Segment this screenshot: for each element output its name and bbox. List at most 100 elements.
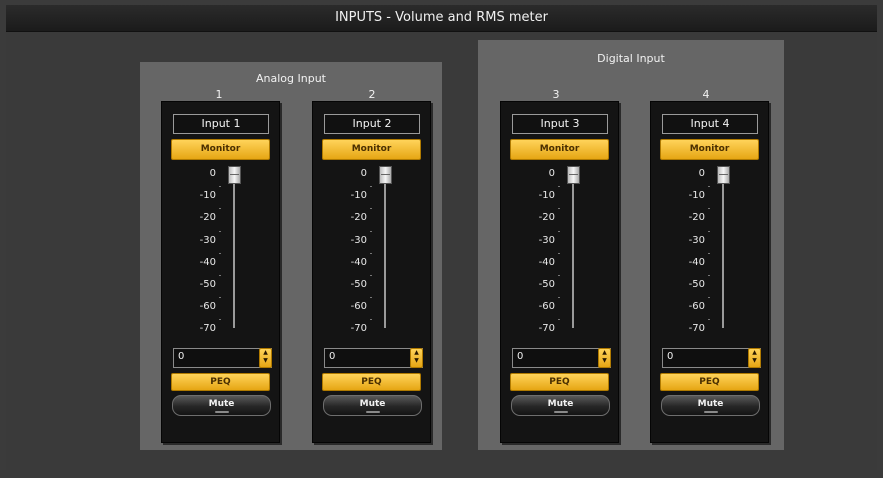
volume-scale: 0 -10 -20 -30 -40 -50 -60 -70 [501,162,618,342]
scale-minor-tick [219,319,221,321]
spin-arrows-icon[interactable]: ▲ ▼ [410,348,423,368]
volume-fader-knob[interactable] [717,166,730,184]
scale-label: 0 [548,168,555,179]
channel-number-3: 3 [552,88,560,101]
monitor-button[interactable]: Monitor [171,139,270,160]
peq-button[interactable]: PEQ [660,373,759,391]
mute-button-label: Mute [359,399,386,409]
scale-label: -50 [199,279,216,290]
scale-minor-tick [708,319,710,321]
scale-label: -10 [688,190,705,202]
volume-spinbox[interactable]: 0 ▲ ▼ [512,348,611,368]
scale-label: -60 [199,301,216,313]
mute-button-label: Mute [697,399,724,409]
scale-label: -70 [199,323,216,335]
volume-spinbox-value[interactable]: 0 [178,351,184,362]
scale-label: -60 [350,301,367,313]
scale-label: -50 [538,279,555,290]
mute-button-label: Mute [547,399,574,409]
scale-label: -60 [538,301,555,313]
mute-led-icon [704,411,718,413]
scale-minor-tick [219,186,221,188]
scale-minor-tick [370,297,372,299]
scale-minor-tick [219,274,221,276]
channel-number-1: 1 [215,88,223,101]
scale-label: -50 [350,279,367,290]
scale-label: -10 [538,190,555,202]
scale-minor-tick [219,297,221,299]
spin-arrows-icon[interactable]: ▲ ▼ [748,348,761,368]
volume-fader-knob[interactable] [379,166,392,184]
fader-track [384,176,386,328]
monitor-button[interactable]: Monitor [660,139,759,160]
scale-minor-tick [370,319,372,321]
mute-button[interactable]: Mute [323,395,422,416]
peq-button[interactable]: PEQ [510,373,609,391]
scale-minor-tick [708,230,710,232]
scale-label: -10 [199,190,216,202]
scale-minor-tick [219,208,221,210]
scale-minor-tick [219,252,221,254]
mute-button[interactable]: Mute [172,395,271,416]
scale-label: -70 [350,323,367,335]
mute-led-icon [554,411,568,413]
peq-button[interactable]: PEQ [322,373,421,391]
volume-spinbox-value[interactable]: 0 [517,351,523,362]
scale-minor-tick [558,230,560,232]
scale-label: -20 [688,212,705,224]
mute-led-icon [366,411,380,413]
scale-label: -40 [688,256,705,268]
mute-button[interactable]: Mute [511,395,610,416]
scale-label: -30 [199,234,216,246]
channel-name-field[interactable]: Input 2 [324,114,420,134]
main-panel: Analog Input 1 2 Digital Input 3 4 Input… [6,32,877,470]
spin-arrows-icon[interactable]: ▲ ▼ [259,348,272,368]
scale-minor-tick [558,208,560,210]
scale-minor-tick [708,186,710,188]
channel-strip-1: Input 1 Monitor 0 -10 -20 -30 -40 -50 -60 -70 0… [161,101,280,443]
scale-label: -20 [350,212,367,224]
volume-spinbox-value[interactable]: 0 [667,351,673,362]
scale-minor-tick [558,186,560,188]
scale-minor-tick [558,274,560,276]
scale-minor-tick [370,186,372,188]
scale-label: -30 [538,234,555,246]
volume-scale: 0 -10 -20 -30 -40 -50 -60 -70 [162,162,279,342]
scale-label: -70 [538,323,555,335]
scale-minor-tick [370,208,372,210]
monitor-button[interactable]: Monitor [322,139,421,160]
mute-button[interactable]: Mute [661,395,760,416]
volume-fader-knob[interactable] [228,166,241,184]
fader-track [233,176,235,328]
analog-input-title: Analog Input [256,72,326,85]
scale-label: -40 [199,256,216,268]
scale-minor-tick [370,230,372,232]
scale-label: 0 [360,168,367,179]
peq-button[interactable]: PEQ [171,373,270,391]
channel-strip-3: Input 3 Monitor 0 -10 -20 -30 -40 -50 -60 -70 0… [500,101,619,443]
volume-spinbox-value[interactable]: 0 [329,351,335,362]
channel-number-2: 2 [368,88,376,101]
spin-arrows-icon[interactable]: ▲ ▼ [598,348,611,368]
scale-minor-tick [558,297,560,299]
volume-spinbox[interactable]: 0 ▲ ▼ [662,348,761,368]
scale-label: -30 [350,234,367,246]
channel-name-field[interactable]: Input 4 [662,114,758,134]
window-title: INPUTS - Volume and RMS meter [6,5,877,32]
scale-minor-tick [558,319,560,321]
channel-strip-4: Input 4 Monitor 0 -10 -20 -30 -40 -50 -60 -70 0… [650,101,769,443]
volume-spinbox[interactable]: 0 ▲ ▼ [173,348,272,368]
volume-fader-knob[interactable] [567,166,580,184]
volume-spinbox[interactable]: 0 ▲ ▼ [324,348,423,368]
channel-number-4: 4 [702,88,710,101]
scale-minor-tick [219,230,221,232]
channel-name-field[interactable]: Input 1 [173,114,269,134]
monitor-button[interactable]: Monitor [510,139,609,160]
channel-name-field[interactable]: Input 3 [512,114,608,134]
fader-track [572,176,574,328]
scale-label: 0 [698,168,705,179]
digital-input-title: Digital Input [597,52,665,65]
scale-label: -30 [688,234,705,246]
volume-scale: 0 -10 -20 -30 -40 -50 -60 -70 [651,162,768,342]
scale-label: -40 [538,256,555,268]
